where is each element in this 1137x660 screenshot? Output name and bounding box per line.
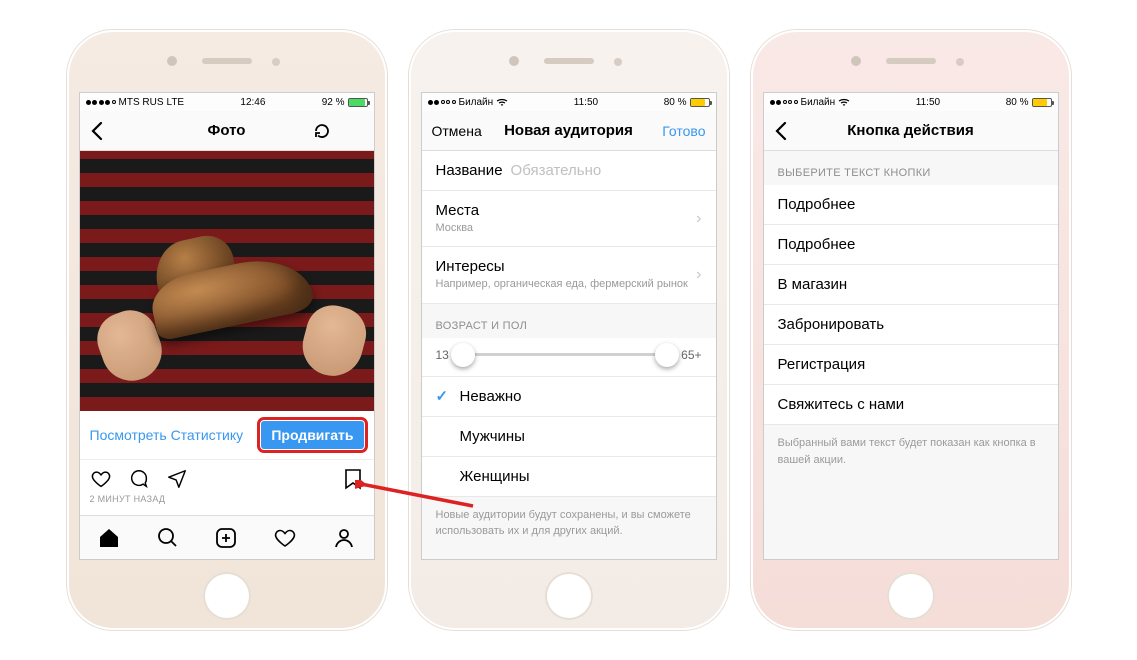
screen-1: MTS RUS LTE 12:46 92 % Фото [79,92,375,560]
screen-3: Билайн 11:50 80 % Кнопка действия ВЫБЕРИ… [763,92,1059,560]
post-timestamp: 2 МИНУТ НАЗАД [80,492,374,510]
option-label: Подробнее [778,236,856,253]
activity-tab[interactable] [273,526,297,550]
option-label: Регистрация [778,356,866,373]
battery-pct: 80 % [1006,97,1029,108]
places-label: Места [436,202,480,219]
phone-frame-2: Билайн 11:50 80 % Отмена Новая аудитория… [409,30,729,630]
wifi-icon [496,98,508,107]
gender-female-row[interactable]: Женщины [422,457,716,497]
battery-icon [348,98,368,107]
places-row[interactable]: Места Москва › [422,191,716,247]
option-row[interactable]: Регистрация [764,345,1058,385]
slider-track[interactable] [457,353,673,356]
network-label: LTE [167,97,185,108]
status-time: 12:46 [240,97,265,108]
cancel-button[interactable]: Отмена [432,123,484,139]
section-header: ВЫБЕРИТЕ ТЕКСТ КНОПКИ [764,151,1058,185]
post-image[interactable] [80,151,374,411]
home-button[interactable] [887,572,935,620]
share-icon[interactable] [166,468,188,490]
status-bar: Билайн 11:50 80 % [764,93,1058,111]
nav-title: Фото [142,122,312,139]
name-label: Название [436,162,503,179]
action-bar [80,460,374,492]
footer-note: Новые аудитории будут сохранены, и вы см… [422,497,716,550]
status-time: 11:50 [916,97,940,108]
done-button[interactable]: Готово [654,123,706,139]
like-icon[interactable] [90,468,112,490]
battery-pct: 80 % [664,97,687,108]
interests-sub: Например, органическая еда, фермерский р… [436,277,688,291]
tab-bar [80,515,374,559]
battery-pct: 92 % [322,97,345,108]
nav-title: Новая аудитория [484,122,654,139]
gender-any-row[interactable]: Неважно [422,377,716,417]
interests-label: Интересы [436,258,688,275]
promote-button[interactable]: Продвигать [261,421,363,449]
phone-frame-1: MTS RUS LTE 12:46 92 % Фото [67,30,387,630]
interests-row[interactable]: Интересы Например, органическая еда, фер… [422,247,716,303]
gender-male-row[interactable]: Мужчины [422,417,716,457]
view-stats-link[interactable]: Посмотреть Статистику [90,427,244,443]
battery-icon [1032,98,1052,107]
slider-thumb-min[interactable] [451,343,475,367]
option-label: Забронировать [778,316,885,333]
option-row[interactable]: Подробнее [764,225,1058,265]
nav-title: Кнопка действия [826,122,996,139]
refresh-button[interactable] [312,121,364,141]
bookmark-icon[interactable] [342,468,364,490]
battery-icon [690,98,710,107]
option-label: В магазин [778,276,848,293]
name-row[interactable]: Название [422,151,716,191]
comment-icon[interactable] [128,468,150,490]
name-input[interactable] [511,162,702,179]
nav-bar: Отмена Новая аудитория Готово [422,111,716,151]
age-max: 65+ [681,348,701,362]
footer-note: Выбранный вами текст будет показан как к… [764,425,1058,478]
home-tab[interactable] [97,526,121,550]
back-button[interactable] [90,121,142,141]
nav-bar: Кнопка действия [764,111,1058,151]
home-button[interactable] [545,572,593,620]
back-button[interactable] [774,121,826,141]
places-sub: Москва [436,221,480,235]
home-button[interactable] [203,572,251,620]
age-slider[interactable]: 13 65+ [422,338,716,377]
search-tab[interactable] [156,526,180,550]
status-bar: Билайн 11:50 80 % [422,93,716,111]
carrier-label: Билайн [459,97,494,108]
chevron-right-icon: › [696,266,701,284]
wifi-icon [838,98,850,107]
nav-bar: Фото [80,111,374,151]
age-min: 13 [436,348,449,362]
option-row[interactable]: В магазин [764,265,1058,305]
option-label: Подробнее [778,196,856,213]
option-row[interactable]: Свяжитесь с нами [764,385,1058,425]
option-row[interactable]: Подробнее [764,185,1058,225]
slider-thumb-max[interactable] [655,343,679,367]
profile-tab[interactable] [332,526,356,550]
add-tab[interactable] [214,526,238,550]
status-time: 11:50 [574,97,598,108]
carrier-label: Билайн [801,97,836,108]
option-row[interactable]: Забронировать [764,305,1058,345]
status-bar: MTS RUS LTE 12:46 92 % [80,93,374,111]
chevron-right-icon: › [696,210,701,228]
option-label: Свяжитесь с нами [778,396,905,413]
phone-frame-3: Билайн 11:50 80 % Кнопка действия ВЫБЕРИ… [751,30,1071,630]
carrier-label: MTS RUS [119,97,164,108]
age-gender-header: ВОЗРАСТ И ПОЛ [422,304,716,338]
screen-2: Билайн 11:50 80 % Отмена Новая аудитория… [421,92,717,560]
